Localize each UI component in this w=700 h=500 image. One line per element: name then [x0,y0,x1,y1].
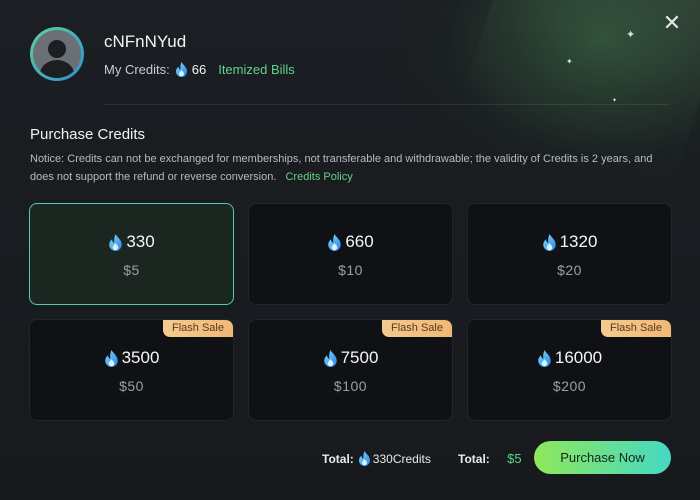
package-card[interactable]: 660 $10 [248,203,453,305]
purchase-footer: Total: 330 Credits Total: $5 Purchase No… [0,441,700,475]
package-credits-value: 330 [126,232,155,251]
package-credits-value: 16000 [554,348,603,367]
package-card[interactable]: 1320 $20 [467,203,672,305]
package-price: $50 [119,378,144,394]
username: cNFnNYud [104,31,187,51]
my-credits: My Credits: 66 Itemized Bills [104,61,295,77]
total-price: Total: $5 [458,451,522,466]
package-credits: 330 [30,232,233,252]
user-info: cNFnNYud My Credits: 66 Itemized Bills [104,32,295,77]
package-credits: 16000 [468,348,671,368]
close-icon[interactable]: ✕ [662,12,682,34]
user-header: cNFnNYud My Credits: 66 Itemized Bills [30,27,295,81]
purchase-now-button[interactable]: Purchase Now [534,441,671,474]
flash-sale-badge: Flash Sale [601,320,671,337]
package-credits-value: 660 [345,232,374,251]
package-price: $200 [552,378,587,394]
flame-icon [104,349,118,367]
sparkle-icon: ✦ [566,57,573,66]
credits-policy-link[interactable]: Credits Policy [285,171,352,183]
section-title: Purchase Credits [30,126,146,143]
package-credits: 3500 [30,348,233,368]
itemized-bills-link[interactable]: Itemized Bills [218,62,295,77]
package-credits-value: 1320 [559,232,598,251]
package-price: $10 [338,262,363,278]
total-credits-unit: Credits [392,451,431,466]
package-credits-value: 3500 [121,348,160,367]
total-credits-label: Total: [322,451,354,466]
total-credits: Total: 330 Credits [322,451,431,466]
package-card[interactable]: Flash Sale 3500 $50 [29,319,234,421]
flame-icon [538,349,551,367]
flame-icon [323,349,337,367]
package-price: $100 [333,378,368,394]
package-card[interactable]: Flash Sale 16000 $200 [467,319,672,421]
package-price: $20 [557,262,582,278]
flame-icon [109,233,123,251]
package-credits: 660 [249,232,452,252]
my-credits-count: 66 [191,61,207,77]
notice-text: Notice: Credits can not be exchanged for… [30,150,670,186]
package-price: $5 [123,262,140,278]
purchase-credits-modal: ✦ ✦ ✦ ✕ cNFnNYud My Credits: 66 Itemized… [0,0,700,500]
package-credits: 1320 [468,232,671,252]
package-credits: 7500 [249,348,452,368]
flash-sale-badge: Flash Sale [382,320,452,337]
flame-icon [358,451,370,466]
sparkle-icon: ✦ [626,29,636,41]
flame-icon [542,233,556,251]
user-avatar-icon [30,27,84,81]
flame-icon [328,233,342,251]
my-credits-label: My Credits: [104,61,170,77]
flame-icon [175,61,187,77]
header-divider [104,104,670,105]
total-price-label: Total: [458,452,490,466]
flash-sale-badge: Flash Sale [163,320,233,337]
total-credits-value: 330 [372,451,393,466]
package-credits-value: 7500 [340,348,379,367]
package-card[interactable]: Flash Sale 7500 $100 [248,319,453,421]
package-card[interactable]: 330 $5 [29,203,234,305]
total-price-value: $5 [507,451,522,466]
